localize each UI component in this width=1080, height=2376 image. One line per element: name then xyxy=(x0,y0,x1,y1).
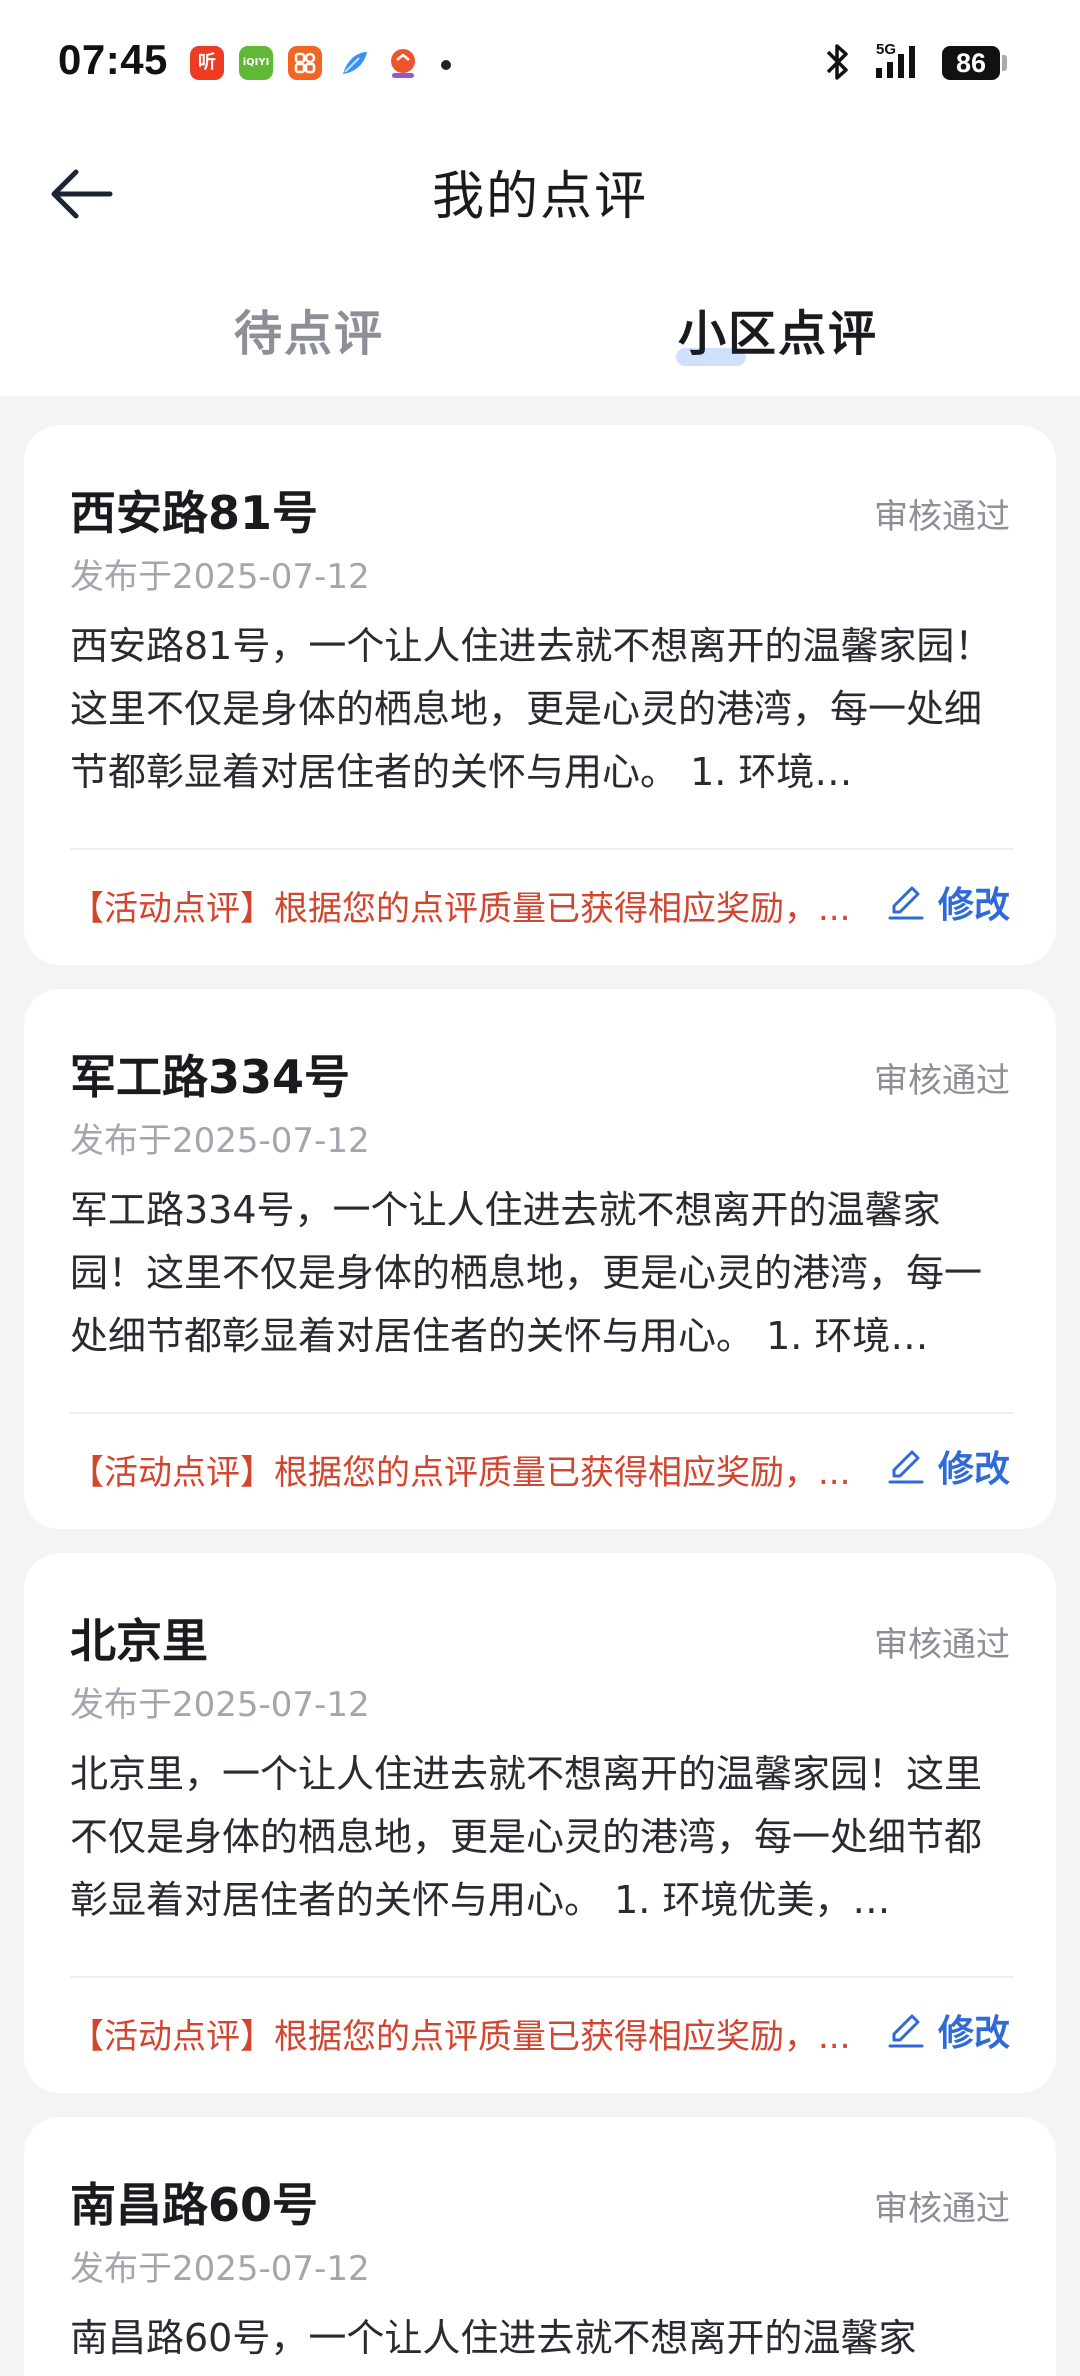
edit-pencil-icon xyxy=(888,2014,924,2048)
edit-button[interactable]: 修改 xyxy=(886,1441,1010,1491)
review-date: 发布于2025-07-12 xyxy=(70,557,370,597)
signal-icon: 5G xyxy=(876,41,915,78)
page-header: 我的点评 待点评 小区点评 xyxy=(0,126,1080,396)
battery-level: 86 xyxy=(942,46,1000,80)
review-date: 发布于2025-07-12 xyxy=(70,2249,370,2289)
iqiyi-app-icon: iQIYI xyxy=(239,46,273,80)
review-title: 西安路81号 xyxy=(70,486,319,540)
review-body: 南昌路60号，一个让人住进去就不想离开的温馨家 xyxy=(70,2316,917,2360)
review-body: 军工路334号，一个让人住进去就不想离开的温馨家园！这里不仅是身体的栖息地，更是… xyxy=(70,1188,983,1358)
review-date: 发布于2025-07-12 xyxy=(70,1685,370,1725)
review-title: 军工路334号 xyxy=(70,1050,351,1104)
activity-notice: 【活动点评】根据您的点评质量已获得相应奖励，... xyxy=(70,1453,851,1493)
divider xyxy=(70,1976,1014,1978)
review-status: 审核通过 xyxy=(874,2189,1010,2229)
divider xyxy=(70,1412,1014,1414)
app-grid-icon xyxy=(288,46,322,80)
tab-community-reviews[interactable]: 小区点评 xyxy=(678,294,878,364)
review-title: 北京里 xyxy=(70,1614,208,1668)
edit-button[interactable]: 修改 xyxy=(886,877,1010,927)
review-title: 南昌路60号 xyxy=(70,2178,319,2232)
status-time: 07:45 xyxy=(58,36,168,83)
review-status: 审核通过 xyxy=(874,1061,1010,1101)
status-bar: 07:45 听 iQIYI 5G 86 xyxy=(0,0,1080,126)
review-date: 发布于2025-07-12 xyxy=(70,1121,370,1161)
ting-app-icon: 听 xyxy=(190,46,224,80)
review-status: 审核通过 xyxy=(874,1625,1010,1665)
edit-label: 修改 xyxy=(937,2013,1010,2054)
feather-app-icon xyxy=(337,46,371,80)
edit-pencil-icon xyxy=(888,1450,924,1484)
review-card[interactable]: 军工路334号 审核通过 发布于2025-07-12 军工路334号，一个让人住… xyxy=(24,989,1056,1529)
edit-button[interactable]: 修改 xyxy=(886,2005,1010,2055)
network-label: 5G xyxy=(876,41,896,58)
page-title: 我的点评 xyxy=(431,167,648,227)
divider xyxy=(70,848,1014,850)
bluetooth-icon xyxy=(826,44,848,80)
battery-icon xyxy=(1002,55,1007,71)
review-card[interactable]: 北京里 审核通过 发布于2025-07-12 北京里，一个让人住进去就不想离开的… xyxy=(24,1553,1056,2093)
review-body: 西安路81号，一个让人住进去就不想离开的温馨家园！这里不仅是身体的栖息地，更是心… xyxy=(70,624,993,794)
activity-notice: 【活动点评】根据您的点评质量已获得相应奖励，... xyxy=(70,2017,851,2057)
shop-app-icon xyxy=(386,46,420,80)
tab-pending-reviews[interactable]: 待点评 xyxy=(234,294,384,364)
edit-label: 修改 xyxy=(937,885,1010,926)
edit-pencil-icon xyxy=(888,886,924,920)
notification-dot xyxy=(441,60,451,70)
review-body: 北京里，一个让人住进去就不想离开的温馨家园！这里不仅是身体的栖息地，更是心灵的港… xyxy=(70,1752,983,1922)
review-card[interactable]: 南昌路60号 审核通过 发布于2025-07-12 南昌路60号，一个让人住进去… xyxy=(24,2117,1056,2376)
review-card[interactable]: 西安路81号 审核通过 发布于2025-07-12 西安路81号，一个让人住进去… xyxy=(24,425,1056,965)
activity-notice: 【活动点评】根据您的点评质量已获得相应奖励，... xyxy=(70,889,851,929)
edit-label: 修改 xyxy=(937,1449,1010,1490)
review-status: 审核通过 xyxy=(874,497,1010,537)
